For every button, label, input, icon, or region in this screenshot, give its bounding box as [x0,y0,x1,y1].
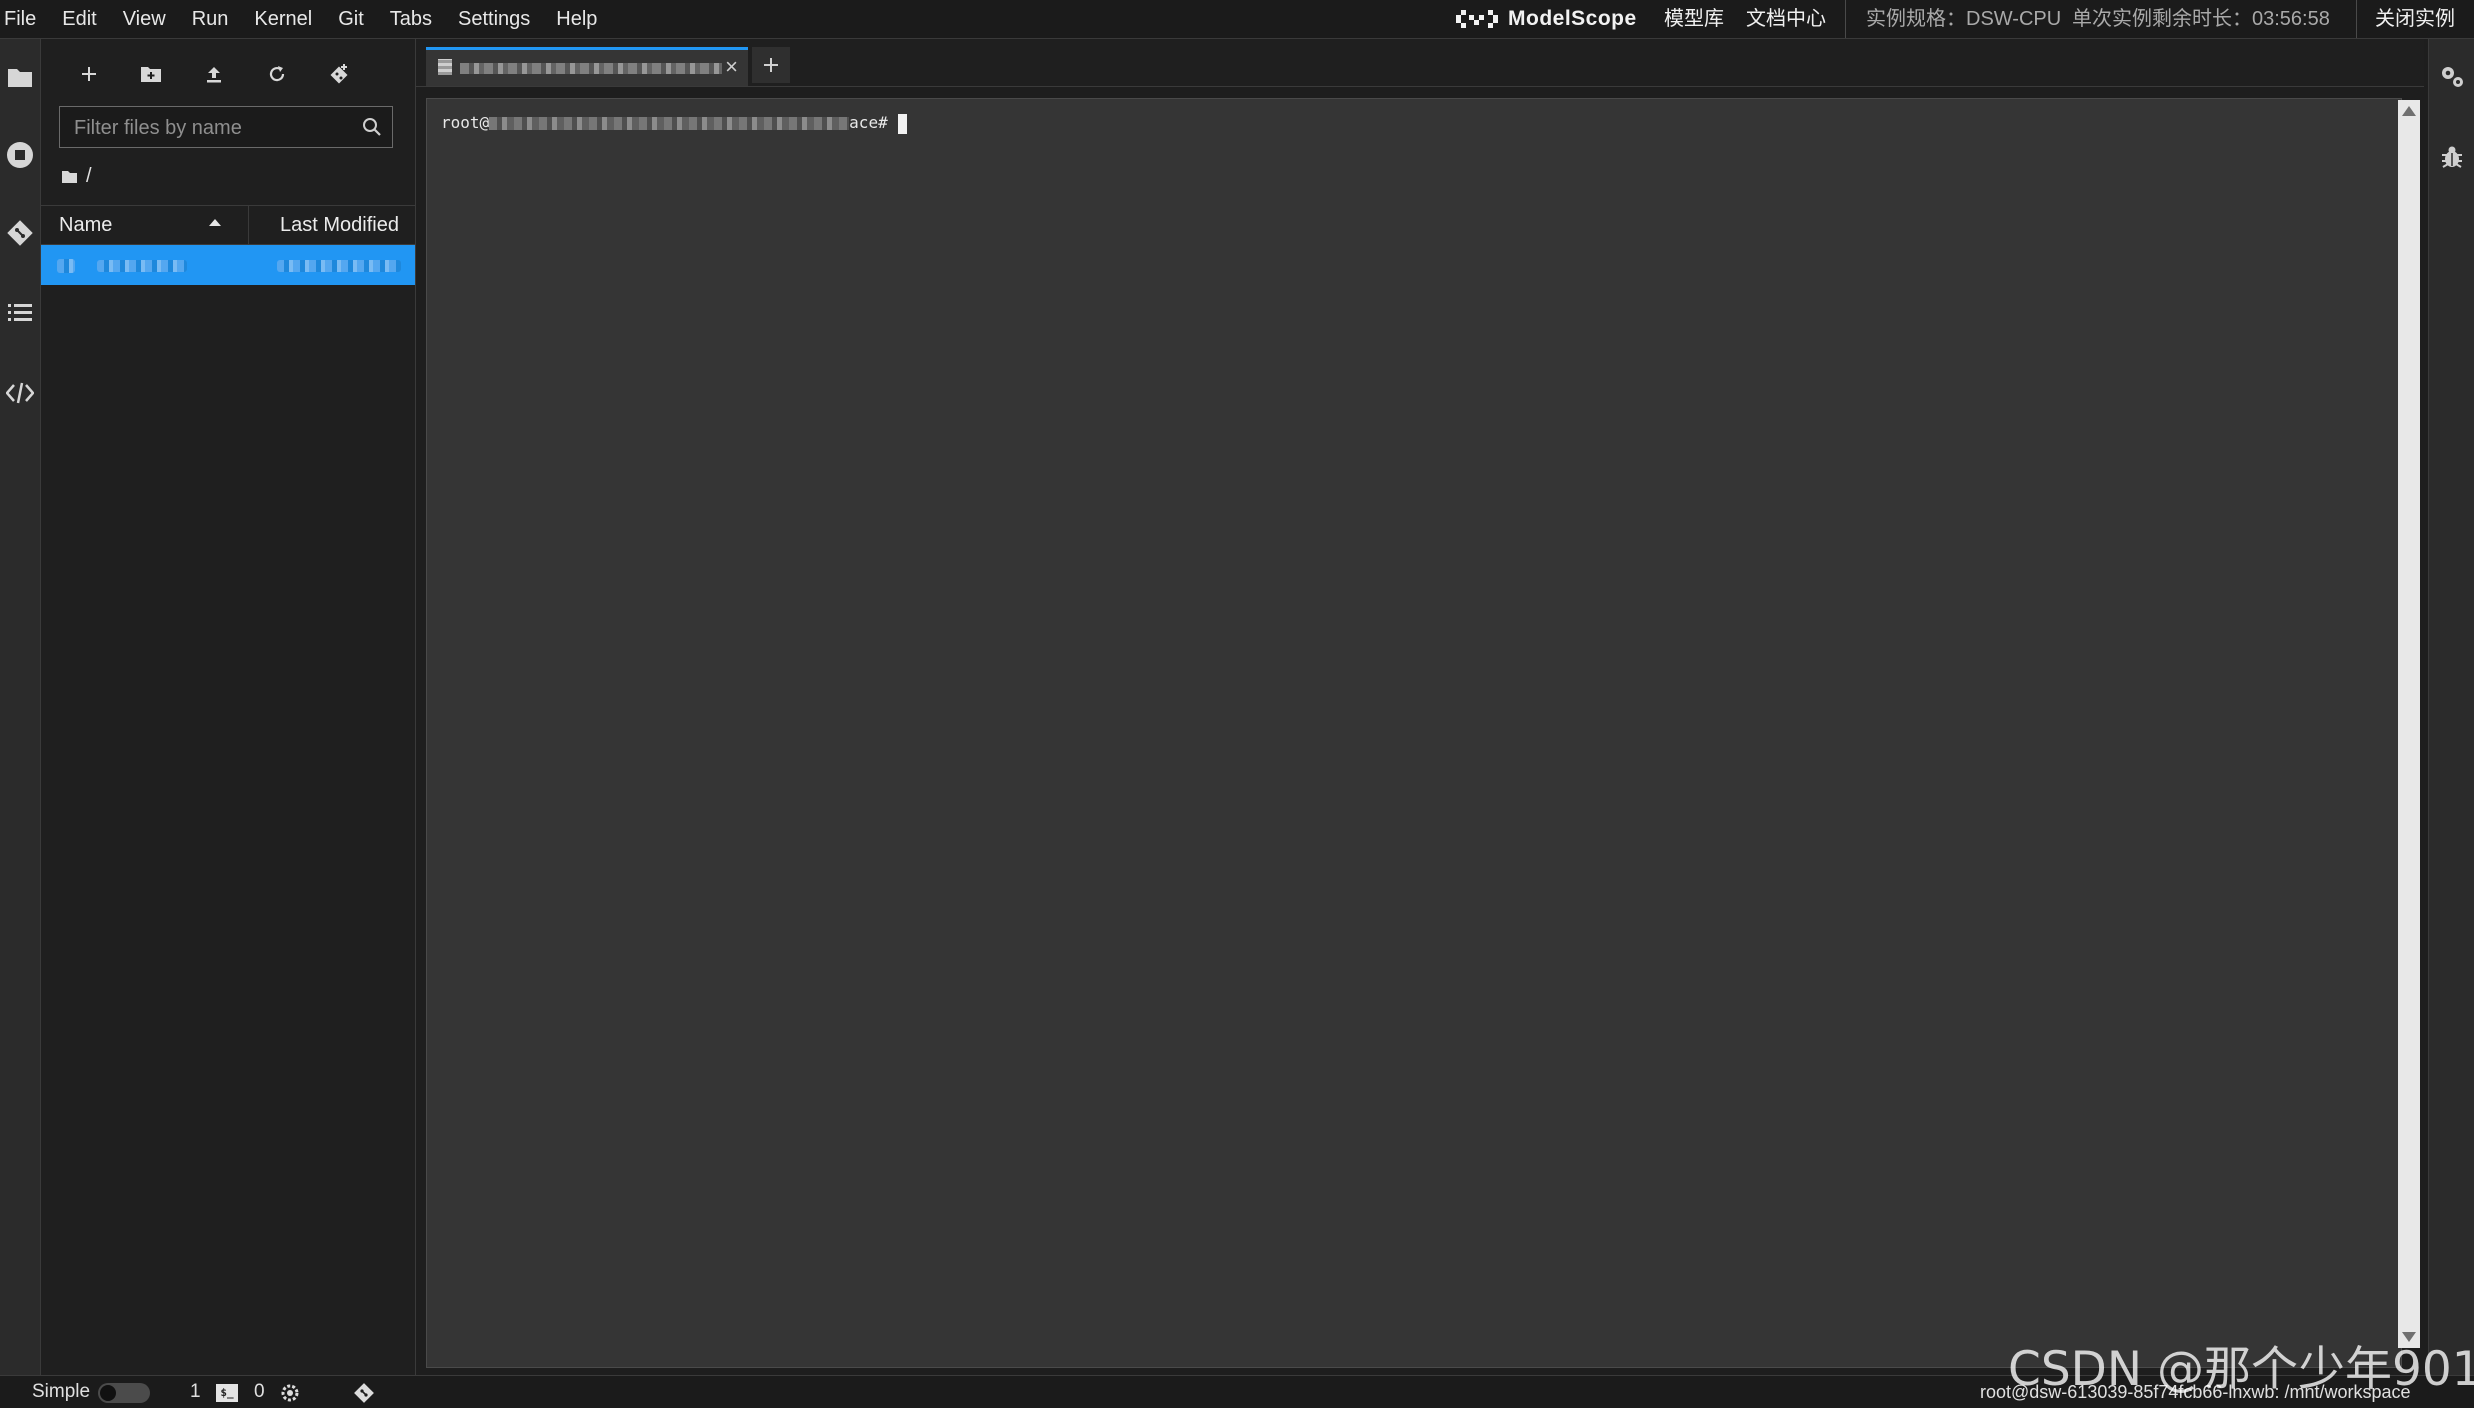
sort-ascending-icon[interactable] [208,218,222,228]
file-filter-input[interactable] [60,107,366,149]
left-activity-bar [0,39,41,1375]
simple-mode-label: Simple [32,1381,91,1402]
csdn-watermark: CSDN @那个少年901 [2008,1342,2474,1397]
simple-mode-toggle[interactable] [98,1383,150,1403]
folder-icon[interactable] [61,170,78,184]
menu-tabs[interactable]: Tabs [377,0,445,38]
refresh-icon [269,66,285,82]
terminal-panel[interactable]: root@ ace# [426,98,2402,1368]
close-instance-button[interactable]: 关闭实例 [2375,0,2455,38]
model-hub-link[interactable]: 模型库 [1664,0,1724,38]
git-clone-button[interactable] [319,59,359,89]
property-inspector-icon[interactable] [2429,53,2474,101]
toggle-knob [100,1385,116,1401]
kernel-gear-icon[interactable] [280,1383,300,1403]
menu-run[interactable]: Run [179,0,242,38]
terminal-scrollbar[interactable] [2398,100,2420,1348]
divider [1845,0,1846,38]
column-name[interactable]: Name [59,206,112,244]
menu-help[interactable]: Help [543,0,610,38]
terminal-count[interactable]: 1 [190,1376,201,1408]
git-status-icon[interactable] [352,1381,376,1405]
modelscope-logo-icon [1456,10,1498,28]
column-divider[interactable] [248,206,249,244]
breadcrumb: / [61,165,92,188]
menu-file[interactable]: File [0,0,49,38]
column-last-modified[interactable]: Last Modified [280,206,399,244]
breadcrumb-root[interactable]: / [86,165,92,188]
instance-spec: 实例规格：DSW-CPU [1866,8,2062,30]
close-tab-icon[interactable]: × [725,54,738,80]
divider [2356,0,2357,38]
new-launcher-button[interactable] [69,59,109,89]
file-filter [59,106,393,149]
debugger-icon[interactable] [2429,133,2474,181]
new-tab-button[interactable] [752,47,790,83]
file-browser-panel: / Name Last Modified [41,39,416,1375]
plus-icon [82,67,96,81]
plus-icon [764,58,778,72]
code-icon[interactable] [0,369,40,417]
file-name-redacted [97,260,187,272]
menu-git[interactable]: Git [325,0,377,38]
menu-settings[interactable]: Settings [445,0,543,38]
terminal-cursor [897,113,907,134]
terminal-tab[interactable]: × [426,47,748,86]
kernel-count[interactable]: 0 [254,1376,265,1408]
search-icon [363,118,381,136]
menu-edit[interactable]: Edit [49,0,109,38]
prompt-host-redacted [489,117,850,130]
brand-name: ModelScope [1508,7,1637,30]
main-tab-bar: × [416,39,2424,87]
upload-button[interactable] [194,59,234,89]
terminal-icon[interactable]: $_ [216,1384,238,1402]
terminal-tab-icon [438,59,452,75]
git-icon[interactable] [0,209,40,257]
file-list-header: Name Last Modified [41,205,415,245]
menu-view[interactable]: View [110,0,179,38]
file-type-icon [57,259,75,273]
prompt-suffix: ace# [849,113,888,132]
prompt-user: root@ [441,113,490,132]
stop-circle-icon[interactable] [0,131,40,179]
refresh-button[interactable] [257,59,297,89]
docs-link[interactable]: 文档中心 [1746,0,1826,38]
file-modified-redacted [277,260,401,272]
git-clone-icon [330,64,348,84]
terminal-tab-title-redacted [460,63,722,74]
terminal-prompt: root@ ace# [441,113,907,134]
new-folder-icon [141,67,161,82]
upload-icon [207,67,221,83]
table-of-contents-icon[interactable] [0,289,40,337]
modelscope-logo[interactable]: ModelScope [1454,0,1637,38]
remaining-time: 单次实例剩余时长：03:56:58 [2072,8,2330,30]
file-list-item[interactable] [41,245,415,285]
scroll-up-arrow-icon[interactable] [2402,106,2416,116]
menu-kernel[interactable]: Kernel [241,0,325,38]
new-folder-button[interactable] [131,59,171,89]
right-activity-bar [2428,39,2474,1375]
folder-icon[interactable] [0,53,40,101]
